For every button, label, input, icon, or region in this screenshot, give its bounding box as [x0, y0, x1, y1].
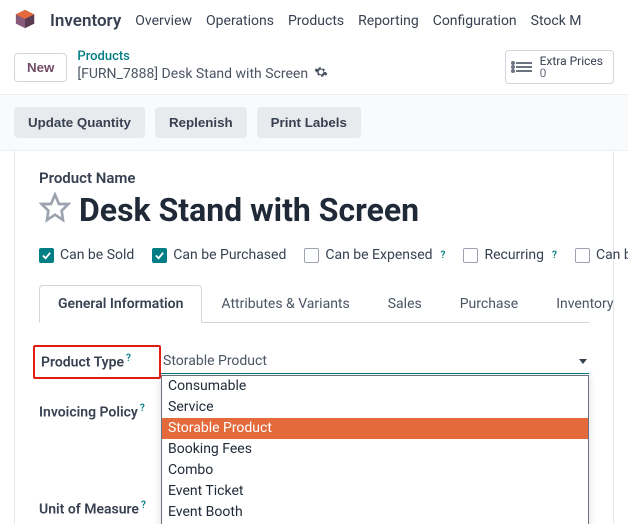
nav-operations[interactable]: Operations [206, 13, 274, 29]
help-icon[interactable]: ? [552, 250, 557, 261]
can-be-purchased-label: Can be Purchased [173, 247, 286, 263]
new-button[interactable]: New [14, 53, 67, 82]
action-bar: Update Quantity Replenish Print Labels [0, 94, 628, 151]
caret-down-icon [579, 359, 587, 364]
checkbox-icon [463, 248, 478, 263]
can-be-expensed-checkbox[interactable]: Can be Expensed ? [304, 247, 445, 263]
app-name: Inventory [50, 11, 121, 31]
tabs: General Information Attributes & Variant… [39, 285, 589, 323]
unit-of-measure-label: Unit of Measure? [39, 500, 179, 518]
tab-sales[interactable]: Sales [369, 285, 441, 322]
can-be-purchased-checkbox[interactable]: Can be Purchased [152, 247, 286, 263]
can-be-extra-checkbox[interactable]: Can be [575, 247, 628, 263]
product-type-dropdown: Consumable Service Storable Product Book… [161, 375, 589, 524]
checkbox-row: Can be Sold Can be Purchased Can be Expe… [39, 247, 589, 263]
help-icon[interactable]: ? [441, 250, 446, 261]
extra-prices-value: 0 [540, 67, 603, 79]
gear-icon[interactable] [314, 65, 328, 83]
nav-configuration[interactable]: Configuration [433, 13, 517, 29]
tab-general-information[interactable]: General Information [39, 285, 202, 323]
option-service[interactable]: Service [162, 397, 588, 418]
recurring-checkbox[interactable]: Recurring ? [463, 247, 557, 263]
extra-prices-button[interactable]: Extra Prices 0 [505, 50, 614, 84]
general-info-fields: Product Type? Storable Product Consumabl… [39, 345, 589, 518]
can-be-sold-label: Can be Sold [60, 247, 134, 263]
can-be-extra-label: Can be [596, 247, 628, 263]
nav-overview[interactable]: Overview [135, 13, 192, 29]
app-logo [14, 8, 36, 34]
product-type-value: Storable Product [163, 353, 267, 369]
option-event-booth[interactable]: Event Booth [162, 502, 588, 523]
replenish-button[interactable]: Replenish [155, 107, 247, 138]
product-type-row: Product Type? Storable Product Consumabl… [39, 345, 589, 379]
breadcrumb-parent[interactable]: Products [77, 50, 328, 65]
product-name-label: Product Name [39, 169, 589, 187]
top-nav: Inventory Overview Operations Products R… [0, 0, 628, 42]
option-booking-fees[interactable]: Booking Fees [162, 439, 588, 460]
checkbox-icon [575, 248, 590, 263]
nav-reporting[interactable]: Reporting [358, 13, 419, 29]
update-quantity-button[interactable]: Update Quantity [14, 107, 145, 138]
favorite-star-icon[interactable] [39, 192, 71, 228]
sub-header: New Products [FURN_7888] Desk Stand with… [0, 42, 628, 94]
extra-prices-label: Extra Prices [540, 55, 603, 67]
product-title[interactable]: Desk Stand with Screen [79, 191, 419, 229]
invoicing-policy-label: Invoicing Policy? [39, 403, 179, 421]
can-be-sold-checkbox[interactable]: Can be Sold [39, 247, 134, 263]
product-type-label: Product Type? [33, 345, 161, 379]
help-icon[interactable]: ? [141, 500, 146, 511]
breadcrumb-current: [FURN_7888] Desk Stand with Screen [77, 66, 308, 82]
nav-products[interactable]: Products [288, 13, 344, 29]
help-icon[interactable]: ? [126, 353, 131, 364]
can-be-expensed-label: Can be Expensed [325, 247, 432, 263]
product-type-select[interactable]: Storable Product [161, 349, 589, 374]
checkbox-icon [304, 248, 319, 263]
option-event-ticket[interactable]: Event Ticket [162, 481, 588, 502]
recurring-label: Recurring [484, 247, 544, 263]
breadcrumb: Products [FURN_7888] Desk Stand with Scr… [77, 50, 328, 83]
tab-purchase[interactable]: Purchase [441, 285, 537, 322]
nav-stock[interactable]: Stock M [531, 13, 582, 29]
print-labels-button[interactable]: Print Labels [257, 107, 361, 138]
checkbox-checked-icon [152, 248, 167, 263]
tab-inventory[interactable]: Inventory [537, 285, 628, 322]
option-consumable[interactable]: Consumable [162, 376, 588, 397]
help-icon[interactable]: ? [140, 403, 145, 414]
option-combo[interactable]: Combo [162, 460, 588, 481]
option-storable-product[interactable]: Storable Product [162, 418, 588, 439]
tab-attributes-variants[interactable]: Attributes & Variants [202, 285, 368, 322]
checkbox-checked-icon [39, 248, 54, 263]
list-icon [516, 62, 532, 72]
form-sheet: Product Name Desk Stand with Screen Can … [14, 151, 614, 524]
